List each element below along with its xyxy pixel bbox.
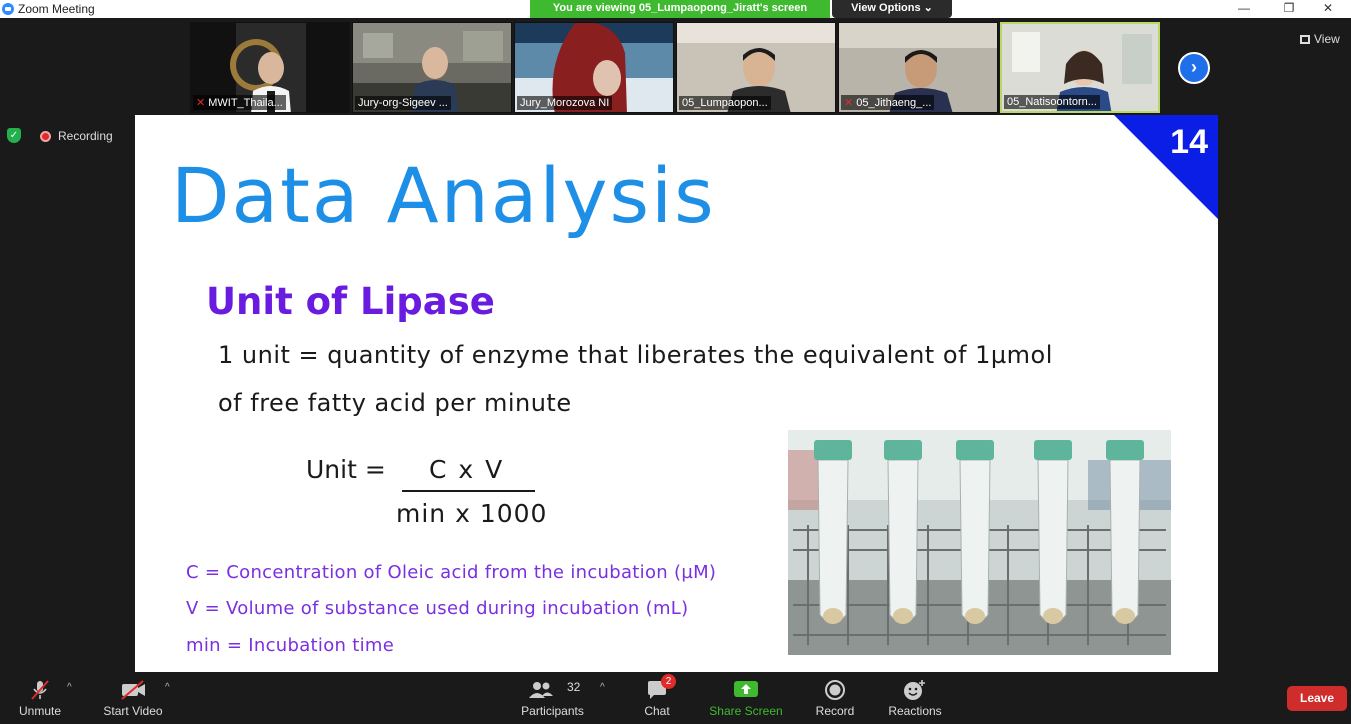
grid-view-icon <box>1300 35 1310 44</box>
shared-screen-slide: 14 Data Analysis Unit of Lipase 1 unit =… <box>135 115 1218 672</box>
reactions-emoji-icon <box>904 680 925 700</box>
minimize-button[interactable]: — <box>1221 0 1267 18</box>
participant-name-label: 05_Lumpaopon... <box>679 96 771 110</box>
recording-dot-icon <box>40 131 51 142</box>
participants-options-chevron-icon[interactable]: ^ <box>600 682 605 693</box>
muted-mic-icon: ✕ <box>844 97 854 109</box>
record-button[interactable]: Record <box>808 672 862 724</box>
record-icon <box>825 680 845 700</box>
participant-thumbnail[interactable]: Jury_Morozova NI <box>514 22 674 113</box>
test-tubes-illustration <box>788 430 1171 655</box>
window-title: Zoom Meeting <box>18 2 95 16</box>
formula-fraction-bar <box>402 490 535 492</box>
definition-line-2: of free fatty acid per minute <box>218 389 572 417</box>
muted-microphone-icon <box>31 680 49 700</box>
close-button[interactable]: ✕ <box>1305 0 1351 18</box>
participant-name-label: 05_Natisoontorn... <box>1004 95 1100 109</box>
muted-mic-icon: ✕ <box>196 97 206 109</box>
definition-line-1: 1 unit = quantity of enzyme that liberat… <box>218 341 1053 369</box>
video-off-icon <box>121 680 145 700</box>
legend-line-c: C = Concentration of Oleic acid from the… <box>186 562 717 583</box>
formula-lhs: Unit = <box>306 455 386 484</box>
chat-button[interactable]: 2 Chat <box>632 672 682 724</box>
participant-thumbnail[interactable]: Jury-org-Sigeev ... <box>352 22 512 113</box>
participant-name-label: ✕ MWIT_Thaila... <box>193 95 286 110</box>
participant-thumbnail[interactable]: 05_Lumpaopon... <box>676 22 836 113</box>
zoom-app-icon <box>2 3 14 15</box>
recording-label: Recording <box>58 129 113 143</box>
unmute-button[interactable]: Unmute <box>10 672 70 724</box>
participant-name-label: Jury-org-Sigeev ... <box>355 96 451 110</box>
legend-line-min: min = Incubation time <box>186 635 395 656</box>
share-screen-icon <box>734 681 758 697</box>
participant-name-label: ✕ 05_Jithaeng_... <box>841 95 935 110</box>
next-page-icon[interactable]: › <box>1178 52 1210 84</box>
leave-meeting-button[interactable]: Leave <box>1287 686 1347 711</box>
slide-title: Data Analysis <box>171 151 716 240</box>
view-options-button[interactable]: View Options ⌄ <box>832 0 952 18</box>
participant-thumbnail[interactable]: ✕ 05_Jithaeng_... <box>838 22 998 113</box>
participant-thumbnail[interactable]: ✕ MWIT_Thaila... <box>190 22 350 113</box>
participant-thumbnail-active-speaker[interactable]: 05_Natisoontorn... <box>1000 22 1160 113</box>
reactions-button[interactable]: Reactions <box>884 672 946 724</box>
participant-strip: ✕ MWIT_Thaila... Jury-org-Sigeev ... Jur… <box>190 22 1170 114</box>
start-video-button[interactable]: Start Video <box>98 672 168 724</box>
view-button[interactable]: View <box>1300 32 1340 46</box>
viewing-banner: You are viewing 05_Lumpaopong_Jiratt's s… <box>530 0 830 18</box>
encryption-shield-icon[interactable]: ✓ <box>7 128 21 143</box>
test-tubes-photo <box>788 430 1171 655</box>
audio-options-chevron-icon[interactable]: ^ <box>67 682 72 693</box>
slide-subtitle: Unit of Lipase <box>206 280 495 323</box>
legend-line-v: V = Volume of substance used during incu… <box>186 598 689 619</box>
zoom-window: Zoom Meeting — ❐ ✕ You are viewing 05_Lu… <box>0 0 1351 724</box>
participants-count: 32 <box>567 680 581 694</box>
participants-button[interactable]: 32 Participants <box>515 672 590 724</box>
formula-denominator: min x 1000 <box>396 499 548 528</box>
participants-icon <box>529 682 554 698</box>
chat-unread-badge: 2 <box>661 674 676 689</box>
meeting-toolbar: Unmute ^ Start Video ^ 32 Participants ^ <box>0 672 1351 724</box>
formula-numerator: C x V <box>429 455 505 484</box>
slide-number: 14 <box>1170 123 1208 161</box>
share-screen-button[interactable]: Share Screen <box>706 672 786 724</box>
video-options-chevron-icon[interactable]: ^ <box>165 682 170 693</box>
participant-name-label: Jury_Morozova NI <box>517 96 613 110</box>
